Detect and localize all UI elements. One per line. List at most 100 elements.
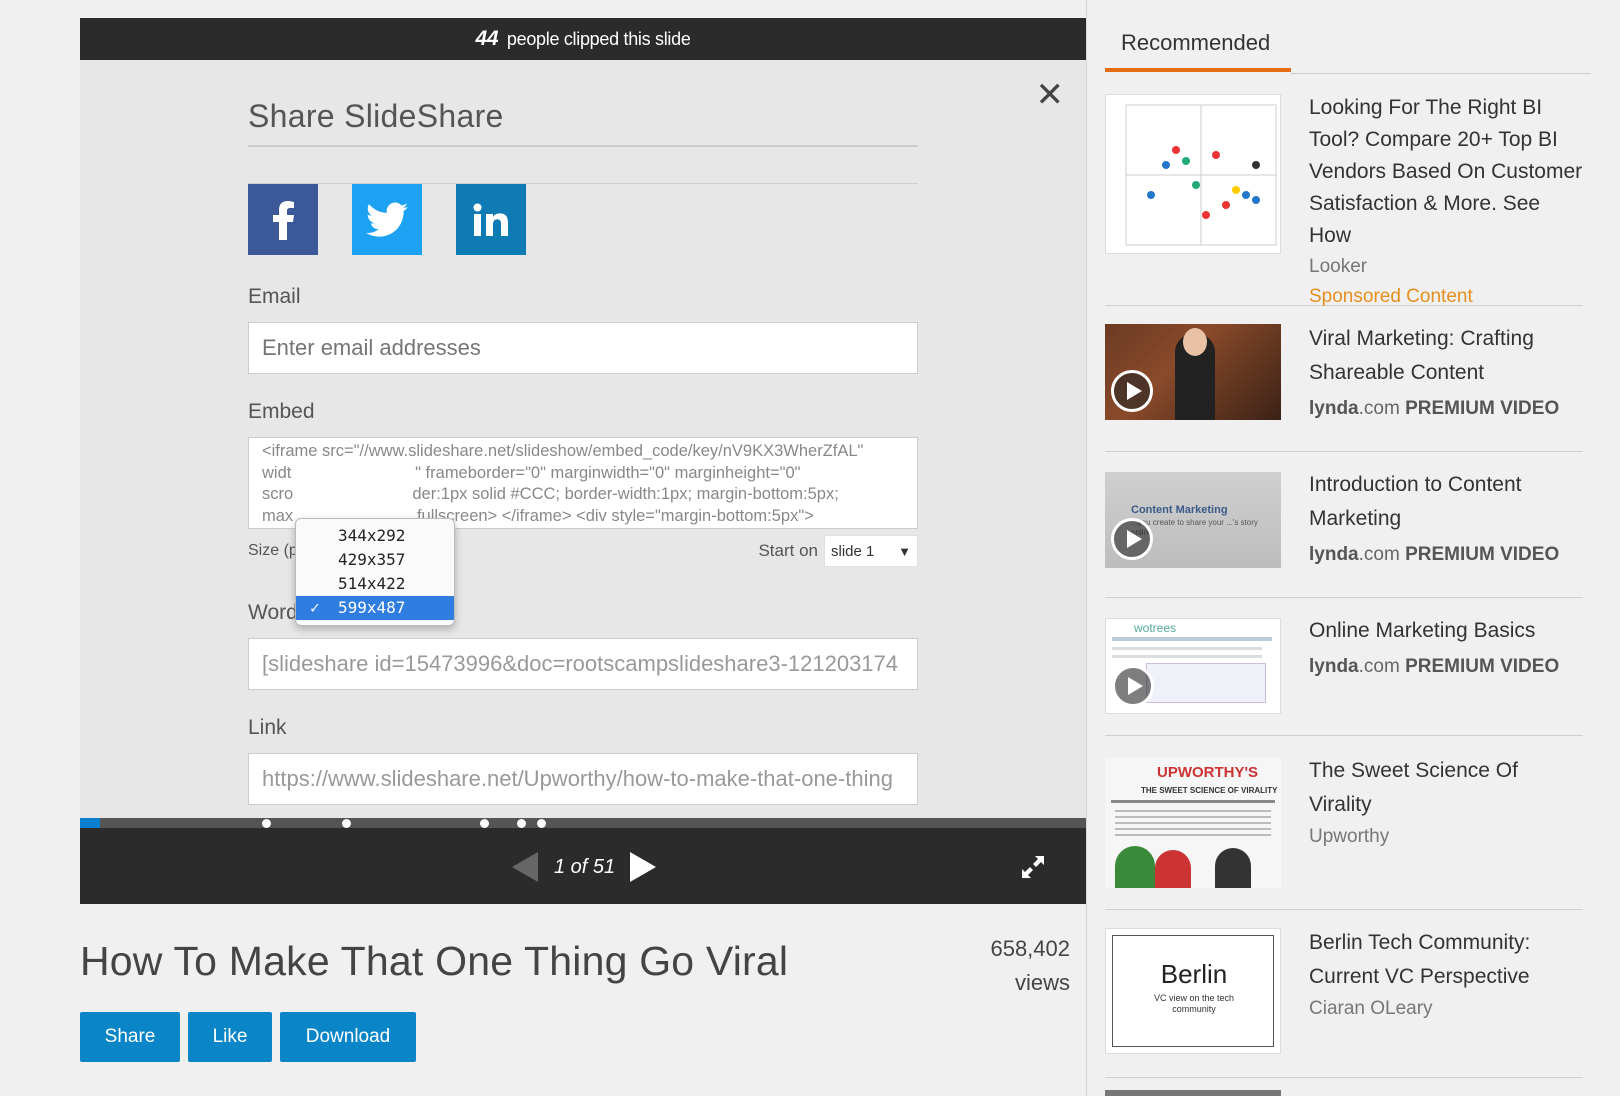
next-item-thumbnail[interactable]: [1105, 1090, 1281, 1096]
progress-fill: [80, 818, 100, 828]
recommended-item[interactable]: wotrees Online Marketing Basics lynda.co…: [1105, 598, 1583, 736]
clip-marker[interactable]: [517, 819, 526, 828]
recommended-item[interactable]: Looking For The Right BI Tool? Compare 2…: [1105, 92, 1583, 307]
item-author: Ciaran OLeary: [1309, 998, 1433, 1019]
share-form: Share SlideShare Email Embed <iframe src…: [248, 60, 918, 805]
recommended-item[interactable]: Content Marketing ...you create to share…: [1105, 452, 1583, 598]
link-label: Link: [248, 716, 287, 739]
clip-bar: 44 people clipped this slide: [80, 18, 1086, 60]
source-brand: lynda: [1309, 656, 1359, 677]
download-button[interactable]: Download: [280, 1012, 416, 1062]
premium-label: PREMIUM VIDEO: [1405, 656, 1560, 677]
premium-label: PREMIUM VIDEO: [1405, 398, 1560, 419]
clip-marker[interactable]: [480, 819, 489, 828]
clip-marker[interactable]: [262, 819, 271, 828]
size-dropdown[interactable]: 344x292 429x357 514x422 ✓ 599x487: [295, 518, 455, 626]
item-title: Berlin Tech Community: Current VC Perspe…: [1309, 931, 1531, 988]
premium-label: PREMIUM VIDEO: [1405, 544, 1560, 565]
social-buttons: [248, 184, 918, 255]
embed-line: <iframe src="//www.slideshare.net/slides…: [262, 442, 864, 460]
start-slide-value: slide 1: [831, 542, 875, 560]
thumb-logo: wotrees: [1134, 621, 1177, 635]
item-source: lynda.com PREMIUM VIDEO: [1309, 540, 1585, 570]
link-field[interactable]: https://www.slideshare.net/Upworthy/how-…: [248, 753, 918, 805]
play-icon: [1112, 665, 1154, 707]
clip-count: 44: [475, 27, 499, 50]
item-text: The Sweet Science Of Virality Upworthy: [1309, 754, 1585, 852]
embed-line: scro der:1px solid #CCC; border-width:1p…: [262, 485, 839, 503]
recommended-item[interactable]: UPWORTHY'S THE SWEET SCIENCE OF VIRALITY…: [1105, 736, 1583, 910]
checkmark-icon: ✓: [310, 598, 320, 617]
slide-progress-bar[interactable]: [80, 818, 1086, 828]
item-thumbnail: wotrees: [1105, 618, 1281, 714]
size-option[interactable]: 514x422: [296, 572, 454, 596]
recommended-tab[interactable]: Recommended: [1105, 30, 1591, 74]
item-author: Upworthy: [1309, 826, 1390, 847]
views-number: 658,402: [990, 936, 1070, 961]
wordpress-shortcode-field[interactable]: [slideshare id=15473996&doc=rootscampsli…: [248, 638, 918, 690]
next-slide-icon[interactable]: [628, 850, 658, 884]
source-domain: .com: [1358, 544, 1400, 565]
like-button[interactable]: Like: [188, 1012, 272, 1062]
clip-text: people clipped this slide: [506, 29, 691, 49]
thumb-subtitle: THE SWEET SCIENCE OF VIRALITY: [1141, 786, 1278, 795]
views-label: views: [1014, 970, 1070, 995]
recommended-sidebar: Recommended Looking For The Right BI Too…: [1086, 0, 1620, 1096]
twitter-share-button[interactable]: [352, 184, 422, 255]
bi-quadrant-chart-thumbnail: [1125, 104, 1277, 246]
email-label: Email: [248, 285, 301, 308]
item-thumbnail: UPWORTHY'S THE SWEET SCIENCE OF VIRALITY: [1105, 758, 1281, 888]
item-text: Introduction to Content Marketing lynda.…: [1309, 468, 1585, 570]
twitter-icon: [366, 202, 408, 237]
source-brand: lynda: [1309, 398, 1359, 419]
size-option[interactable]: 344x292: [296, 524, 454, 548]
email-field[interactable]: [248, 322, 918, 374]
recommended-item[interactable]: Berlin VC view on the tech community Ber…: [1105, 910, 1583, 1078]
item-source: lynda.com PREMIUM VIDEO: [1309, 652, 1585, 682]
page-indicator: 1 of 51: [554, 856, 616, 878]
deck-actions: Share Like Download: [80, 1012, 416, 1062]
close-icon[interactable]: ✕: [1036, 78, 1065, 112]
item-thumbnail: [1105, 94, 1281, 254]
size-option[interactable]: 429x357: [296, 548, 454, 572]
item-title: The Sweet Science Of Virality: [1309, 759, 1518, 816]
clip-marker[interactable]: [342, 819, 351, 828]
play-icon: [1111, 370, 1153, 412]
item-text: Viral Marketing: Crafting Shareable Cont…: [1309, 322, 1585, 424]
linkedin-share-button[interactable]: [456, 184, 526, 255]
slide-player: 44 people clipped this slide ✕ Share Sli…: [80, 18, 1086, 904]
item-source: lynda.com PREMIUM VIDEO: [1309, 394, 1585, 424]
item-title: Introduction to Content Marketing: [1309, 473, 1522, 530]
item-title: Online Marketing Basics: [1309, 619, 1536, 642]
size-option-label: 599x487: [338, 598, 406, 617]
item-title: Viral Marketing: Crafting Shareable Cont…: [1309, 327, 1534, 384]
chevron-down-icon: ▼: [898, 543, 911, 559]
deck-title: How To Make That One Thing Go Viral: [80, 938, 789, 984]
previous-slide-icon[interactable]: [510, 850, 540, 884]
embed-code-textarea[interactable]: <iframe src="//www.slideshare.net/slides…: [248, 437, 918, 529]
start-on-label: Start on: [758, 541, 818, 560]
thumb-title: Berlin: [1160, 959, 1228, 989]
play-icon: [1111, 518, 1153, 560]
thumb-title: Content Marketing: [1131, 504, 1228, 516]
item-text: Berlin Tech Community: Current VC Perspe…: [1309, 926, 1585, 1024]
thumb-logo: UPWORTHY'S: [1157, 764, 1259, 781]
item-title: Looking For The Right BI Tool? Compare 2…: [1309, 96, 1583, 247]
source-brand: lynda: [1309, 544, 1359, 565]
fullscreen-icon[interactable]: [1020, 854, 1046, 880]
share-button[interactable]: Share: [80, 1012, 180, 1062]
item-thumbnail: Content Marketing ...you create to share…: [1105, 472, 1281, 568]
item-thumbnail: Berlin VC view on the tech community: [1105, 928, 1281, 1054]
clip-marker[interactable]: [537, 819, 546, 828]
divider: [1291, 73, 1591, 74]
facebook-share-button[interactable]: [248, 184, 318, 255]
size-option-selected[interactable]: ✓ 599x487: [296, 596, 454, 620]
item-text: Looking For The Right BI Tool? Compare 2…: [1309, 92, 1585, 312]
start-slide-select[interactable]: slide 1 ▼: [824, 535, 918, 567]
thumb-subtitle: VC view on the tech community: [1153, 993, 1235, 1014]
start-on: Start on slide 1 ▼: [758, 535, 918, 567]
tab-recommended[interactable]: Recommended: [1105, 30, 1291, 72]
view-count: 658,402 views: [960, 932, 1070, 1000]
facebook-icon: [273, 200, 294, 240]
recommended-item[interactable]: Viral Marketing: Crafting Shareable Cont…: [1105, 306, 1583, 452]
